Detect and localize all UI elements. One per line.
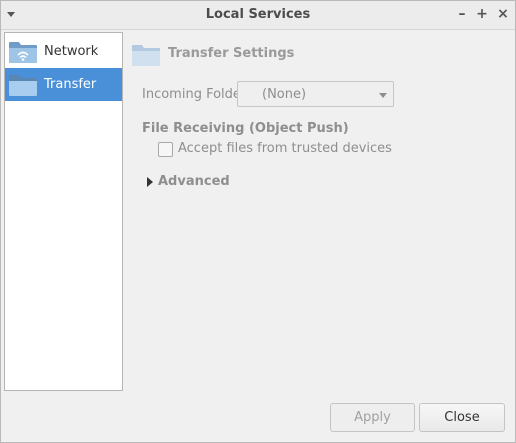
section-header: Transfer Settings <box>131 41 431 69</box>
apply-button[interactable]: Apply <box>330 403 415 432</box>
accept-trusted-label[interactable]: Accept files from trusted devices <box>178 141 392 156</box>
chevron-down-icon <box>379 93 387 98</box>
local-services-window: Local Services – + × Network Transfer Tr… <box>0 0 516 443</box>
accept-trusted-checkbox[interactable] <box>158 142 173 157</box>
incoming-folder-label: Incoming Folder: <box>142 87 251 102</box>
window-title: Local Services <box>205 7 311 22</box>
folder-icon <box>132 45 160 66</box>
incoming-folder-select[interactable]: (None) <box>237 81 394 107</box>
expander-arrow-icon[interactable] <box>147 177 153 187</box>
incoming-folder-value: (None) <box>262 87 307 102</box>
advanced-label[interactable]: Advanced <box>158 174 230 189</box>
sidebar-item-label: Transfer <box>44 77 97 92</box>
close-button[interactable]: Close <box>419 403 505 432</box>
title-bar[interactable]: Local Services – + × <box>1 1 515 30</box>
section-title: Transfer Settings <box>168 46 295 61</box>
sidebar-item-network[interactable]: Network <box>5 35 122 68</box>
close-window-button[interactable]: × <box>495 6 511 22</box>
minimize-button[interactable]: – <box>454 6 470 22</box>
maximize-button[interactable]: + <box>474 6 490 22</box>
services-sidebar: Network Transfer <box>4 32 123 391</box>
file-receiving-heading: File Receiving (Object Push) <box>142 121 349 136</box>
folder-icon <box>9 75 37 96</box>
network-folder-icon <box>9 42 37 63</box>
sidebar-item-label: Network <box>44 44 99 59</box>
sidebar-item-transfer[interactable]: Transfer <box>5 68 122 101</box>
